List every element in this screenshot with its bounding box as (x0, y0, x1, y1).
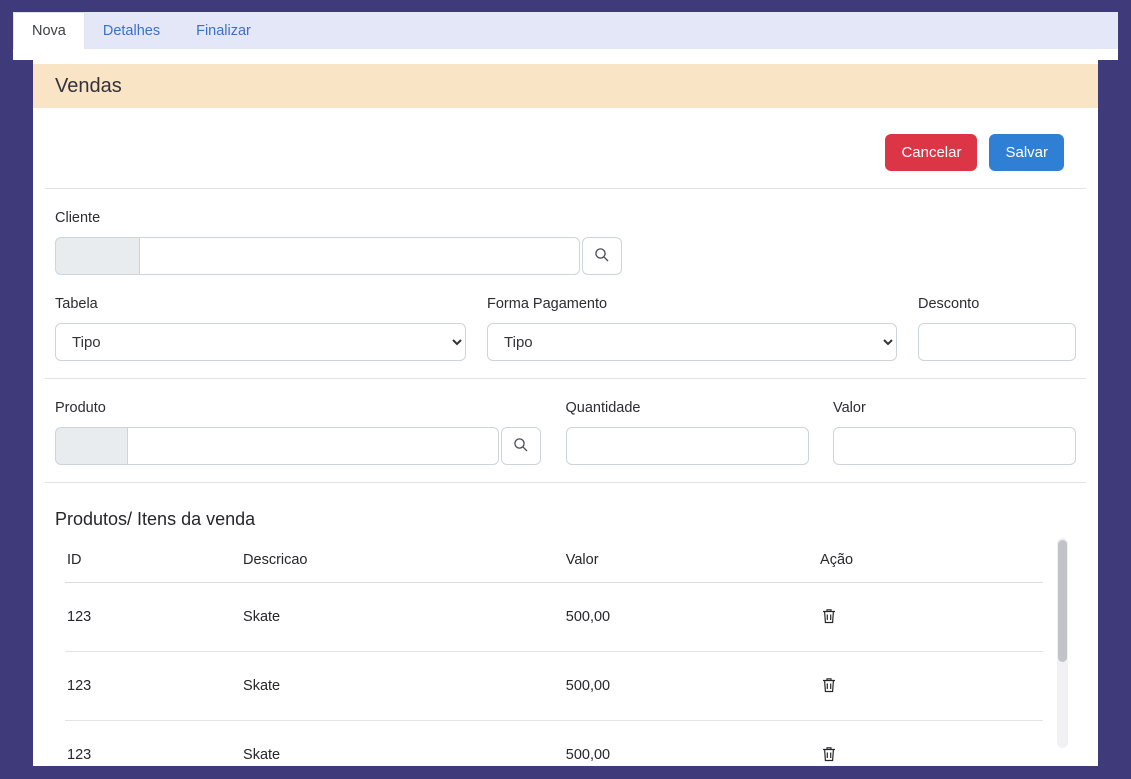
divider (45, 378, 1086, 379)
cell-valor: 500,00 (564, 721, 818, 767)
items-section-title: Produtos/ Itens da venda (33, 509, 1098, 530)
items-table-wrap: ID Descricao Valor Ação 123 Skate 500,00 (65, 536, 1043, 766)
table-scrollbar[interactable] (1057, 538, 1068, 748)
page-title-bar: Vendas (33, 64, 1098, 108)
save-button[interactable]: Salvar (989, 134, 1064, 171)
cell-descricao: Skate (241, 652, 564, 721)
table-header-row: ID Descricao Valor Ação (65, 536, 1043, 583)
cliente-name-field[interactable] (139, 237, 580, 275)
trash-icon (822, 681, 836, 696)
column-header-valor: Valor (564, 536, 818, 583)
desconto-field-group: Desconto (918, 296, 1076, 361)
tab-nova[interactable]: Nova (13, 12, 85, 49)
cell-descricao: Skate (241, 583, 564, 652)
valor-label: Valor (833, 400, 1076, 416)
tabela-field-group: Tabela Tipo (55, 296, 466, 361)
table-row: 123 Skate 500,00 (65, 721, 1043, 767)
tabela-select[interactable]: Tipo (55, 323, 466, 361)
column-header-acao: Ação (818, 536, 1043, 583)
produto-name-field[interactable] (127, 427, 499, 465)
search-icon (513, 437, 529, 456)
delete-item-button[interactable] (820, 675, 838, 695)
tab-finalizar[interactable]: Finalizar (178, 12, 269, 49)
cell-id: 123 (65, 652, 241, 721)
cell-id: 123 (65, 721, 241, 767)
produto-code-field[interactable] (55, 427, 128, 465)
cancel-button[interactable]: Cancelar (885, 134, 977, 171)
cliente-input-group (55, 237, 622, 275)
table-row: 123 Skate 500,00 (65, 652, 1043, 721)
tab-finalizar-label: Finalizar (196, 23, 251, 39)
tab-detalhes-label: Detalhes (103, 23, 160, 39)
valor-field[interactable] (833, 427, 1076, 465)
forma-pagamento-label: Forma Pagamento (487, 296, 897, 312)
search-icon (594, 247, 610, 266)
tabela-label: Tabela (55, 296, 466, 312)
valor-field-group: Valor (833, 400, 1076, 465)
product-row: Produto Quantidade Valor (33, 400, 1098, 465)
cliente-section: Cliente (33, 210, 1098, 275)
desconto-label: Desconto (918, 296, 1076, 312)
trash-icon (822, 612, 836, 627)
tab-bar: Nova Detalhes Finalizar (13, 12, 1118, 49)
cell-valor: 500,00 (564, 652, 818, 721)
cliente-code-field[interactable] (55, 237, 140, 275)
produto-input-group (55, 427, 541, 465)
column-header-id: ID (65, 536, 241, 583)
column-header-descricao: Descricao (241, 536, 564, 583)
divider (45, 482, 1086, 483)
cliente-label: Cliente (55, 210, 1076, 226)
form-actions: Cancelar Salvar (33, 108, 1098, 171)
delete-item-button[interactable] (820, 744, 838, 764)
cell-id: 123 (65, 583, 241, 652)
forma-pagamento-select[interactable]: Tipo (487, 323, 897, 361)
payment-row: Tabela Tipo Forma Pagamento Tipo Descont… (33, 296, 1098, 361)
cell-valor: 500,00 (564, 583, 818, 652)
produto-field-group: Produto (55, 400, 541, 465)
cell-descricao: Skate (241, 721, 564, 767)
page-title: Vendas (55, 75, 122, 98)
quantidade-label: Quantidade (566, 400, 809, 416)
divider (45, 188, 1086, 189)
produto-label: Produto (55, 400, 541, 416)
quantidade-field-group: Quantidade (566, 400, 809, 465)
table-row: 123 Skate 500,00 (65, 583, 1043, 652)
forma-pagamento-field-group: Forma Pagamento Tipo (487, 296, 897, 361)
tab-detalhes[interactable]: Detalhes (85, 12, 178, 49)
desconto-field[interactable] (918, 323, 1076, 361)
trash-icon (822, 750, 836, 765)
produto-search-button[interactable] (501, 427, 541, 465)
delete-item-button[interactable] (820, 606, 838, 626)
cliente-search-button[interactable] (582, 237, 622, 275)
tab-nova-label: Nova (32, 23, 66, 39)
items-table: ID Descricao Valor Ação 123 Skate 500,00 (65, 536, 1043, 766)
scrollbar-thumb[interactable] (1058, 540, 1067, 662)
tab-content-edge (13, 49, 1118, 60)
vendas-card: Vendas Cancelar Salvar Cliente Tabela Ti… (33, 60, 1098, 766)
quantidade-field[interactable] (566, 427, 809, 465)
